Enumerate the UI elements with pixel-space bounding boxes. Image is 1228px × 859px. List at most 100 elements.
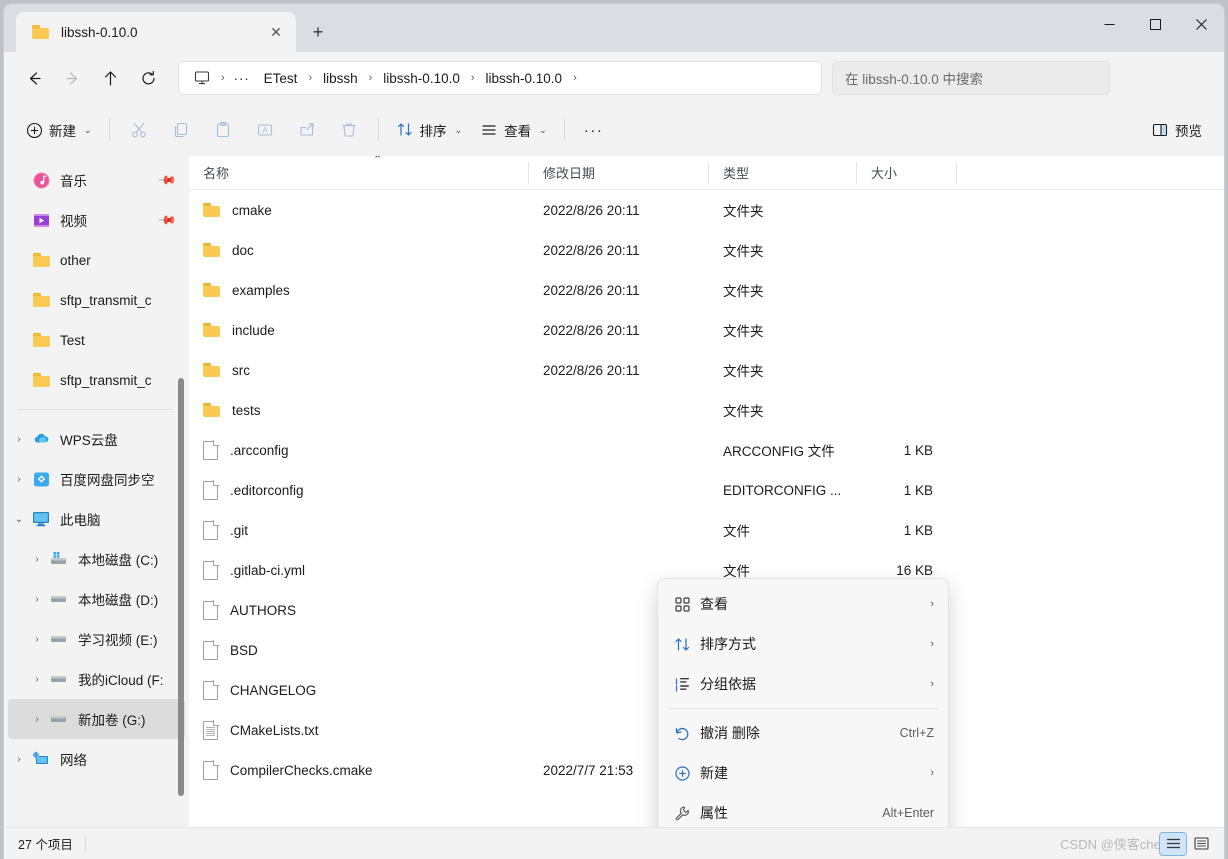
baidu-netdisk-icon — [30, 471, 52, 488]
file-name-cell: .git — [189, 519, 529, 540]
sidebar-item-network[interactable]: › 网络 — [8, 739, 185, 779]
file-name-cell: CMakeLists.txt — [189, 719, 529, 740]
breadcrumb-libssh[interactable]: libssh — [316, 68, 365, 89]
table-row[interactable]: .git 文件 1 KB — [189, 510, 1224, 550]
paste-button[interactable] — [203, 113, 243, 147]
sidebar-item-my-icloud-f[interactable]: › 我的iCloud (F: — [8, 659, 185, 699]
minimize-button[interactable] — [1086, 4, 1132, 44]
file-type-cell: 文件夹 — [723, 364, 764, 379]
sidebar-item-label: 网络 — [60, 753, 87, 768]
breadcrumb-overflow[interactable]: ··· — [229, 68, 255, 89]
file-name: AUTHORS — [230, 602, 297, 618]
table-row[interactable]: include 2022/8/26 20:11 文件夹 — [189, 310, 1224, 350]
tab-libssh[interactable]: libssh-0.10.0 ✕ — [16, 12, 296, 52]
sidebar-item-videos[interactable]: 视频 📌 — [8, 200, 185, 240]
breadcrumb-libssh-0100[interactable]: libssh-0.10.0 — [376, 68, 467, 89]
forward-button[interactable] — [54, 60, 90, 96]
sidebar-item-other[interactable]: other — [8, 240, 185, 280]
column-header-type[interactable]: 类型 — [709, 156, 857, 190]
cut-button[interactable] — [119, 113, 159, 147]
chevron-right-icon[interactable]: › — [26, 594, 48, 605]
rename-button[interactable]: A — [245, 113, 285, 147]
folder-icon — [30, 293, 52, 307]
sidebar-scrollbar[interactable] — [175, 156, 187, 827]
sidebar-item-wps-cloud[interactable]: › WPS云盘 — [8, 419, 185, 459]
chevron-down-icon[interactable]: ⌄ — [8, 514, 30, 525]
close-button[interactable] — [1178, 4, 1224, 44]
column-header-size[interactable]: 大小 — [857, 156, 957, 190]
sidebar-item-local-disk-d[interactable]: › 本地磁盘 (D:) — [8, 579, 185, 619]
file-name: .gitlab-ci.yml — [230, 562, 306, 578]
menu-item-view[interactable]: 查看 › — [662, 584, 944, 624]
chevron-right-icon[interactable]: › — [26, 674, 48, 685]
column-header-date[interactable]: 修改日期 — [529, 156, 709, 190]
chevron-right-icon[interactable]: › — [8, 754, 30, 765]
view-button[interactable]: 查看 ⌄ — [472, 113, 555, 147]
chevron-right-icon[interactable]: › — [8, 434, 30, 445]
sidebar-item-local-disk-c[interactable]: › 本地磁盘 (C:) — [8, 539, 185, 579]
table-row[interactable]: .editorconfig EDITORCONFIG ... 1 KB — [189, 470, 1224, 510]
maximize-button[interactable] — [1132, 4, 1178, 44]
copy-button[interactable] — [161, 113, 201, 147]
more-options-button[interactable]: ··· — [574, 113, 614, 147]
table-row[interactable]: src 2022/8/26 20:11 文件夹 — [189, 350, 1224, 390]
sort-button[interactable]: 排序 ⌄ — [388, 113, 471, 147]
chevron-right-icon[interactable]: › — [26, 554, 48, 565]
search-input[interactable]: 在 libssh-0.10.0 中搜索 — [832, 61, 1110, 95]
sidebar-item-test[interactable]: Test — [8, 320, 185, 360]
menu-item-properties[interactable]: 属性 Alt+Enter — [662, 793, 944, 827]
menu-item-group-by[interactable]: 分组依据 › — [662, 664, 944, 704]
breadcrumb-libssh-0100-inner[interactable]: libssh-0.10.0 — [479, 68, 570, 89]
table-row[interactable]: tests 文件夹 — [189, 390, 1224, 430]
sidebar-item-this-pc[interactable]: ⌄ 此电脑 — [8, 499, 185, 539]
breadcrumb-etest[interactable]: ETest — [257, 68, 305, 89]
menu-item-undo-delete[interactable]: 撤消 删除 Ctrl+Z — [662, 713, 944, 753]
menu-item-new[interactable]: 新建 › — [662, 753, 944, 793]
this-pc-icon[interactable] — [187, 68, 217, 89]
chevron-right-icon[interactable]: › — [26, 634, 48, 645]
back-button[interactable] — [16, 60, 52, 96]
address-bar[interactable]: › ··· ETest › libssh › libssh-0.10.0 › l… — [178, 61, 822, 95]
sidebar-item-study-video-e[interactable]: › 学习视频 (E:) — [8, 619, 185, 659]
sidebar-item-new-volume-g[interactable]: › 新加卷 (G:) — [8, 699, 185, 739]
file-name-cell: doc — [189, 243, 529, 258]
file-date-cell: 2022/8/26 20:11 — [543, 202, 640, 218]
menu-item-sort-by[interactable]: 排序方式 › — [662, 624, 944, 664]
svg-text:A: A — [262, 126, 268, 135]
list-view-icon[interactable] — [1188, 833, 1214, 855]
breadcrumb-separator: › — [221, 72, 225, 84]
file-size-cell: 16 KB — [896, 562, 933, 578]
chevron-right-icon[interactable]: › — [26, 714, 48, 725]
preview-pane-button[interactable]: 预览 — [1143, 113, 1210, 147]
table-row[interactable]: examples 2022/8/26 20:11 文件夹 — [189, 270, 1224, 310]
up-button[interactable] — [92, 60, 128, 96]
navigation-pane: 音乐 📌 视频 📌 other sftp_transmit_c Test sft… — [4, 156, 189, 827]
chevron-right-icon: › — [930, 767, 934, 779]
share-button[interactable] — [287, 113, 327, 147]
column-header-empty[interactable] — [957, 156, 1224, 190]
breadcrumb-separator[interactable]: › — [571, 72, 579, 84]
details-view-icon[interactable] — [1159, 831, 1187, 856]
sidebar-item-label: Test — [60, 332, 85, 348]
table-row[interactable]: cmake 2022/8/26 20:11 文件夹 — [189, 190, 1224, 230]
network-icon — [30, 751, 52, 767]
chevron-right-icon[interactable]: › — [8, 474, 30, 485]
table-row[interactable]: .arcconfig ARCCONFIG 文件 1 KB — [189, 430, 1224, 470]
new-button[interactable]: 新建 ⌄ — [18, 113, 100, 147]
refresh-button[interactable] — [130, 60, 166, 96]
new-tab-button[interactable]: + — [300, 14, 336, 50]
sidebar-item-label: sftp_transmit_c — [60, 372, 152, 388]
sidebar-item-sftp-transmit-c-1[interactable]: sftp_transmit_c — [8, 280, 185, 320]
folder-icon — [203, 203, 220, 217]
file-explorer-window: libssh-0.10.0 ✕ + › ··· ETest › libssh ›… — [4, 4, 1224, 859]
file-name-cell: .gitlab-ci.yml — [189, 559, 529, 580]
scrollbar-thumb[interactable] — [178, 378, 184, 796]
sidebar-item-baidu-netdisk[interactable]: › 百度网盘同步空 — [8, 459, 185, 499]
table-row[interactable]: doc 2022/8/26 20:11 文件夹 — [189, 230, 1224, 270]
close-icon[interactable]: ✕ — [262, 18, 290, 46]
column-header-name[interactable]: 名称 — [189, 156, 529, 190]
delete-button[interactable] — [329, 113, 369, 147]
sidebar-item-music[interactable]: 音乐 📌 — [8, 160, 185, 200]
sidebar-item-sftp-transmit-c-2[interactable]: sftp_transmit_c — [8, 360, 185, 400]
status-divider — [84, 835, 86, 852]
